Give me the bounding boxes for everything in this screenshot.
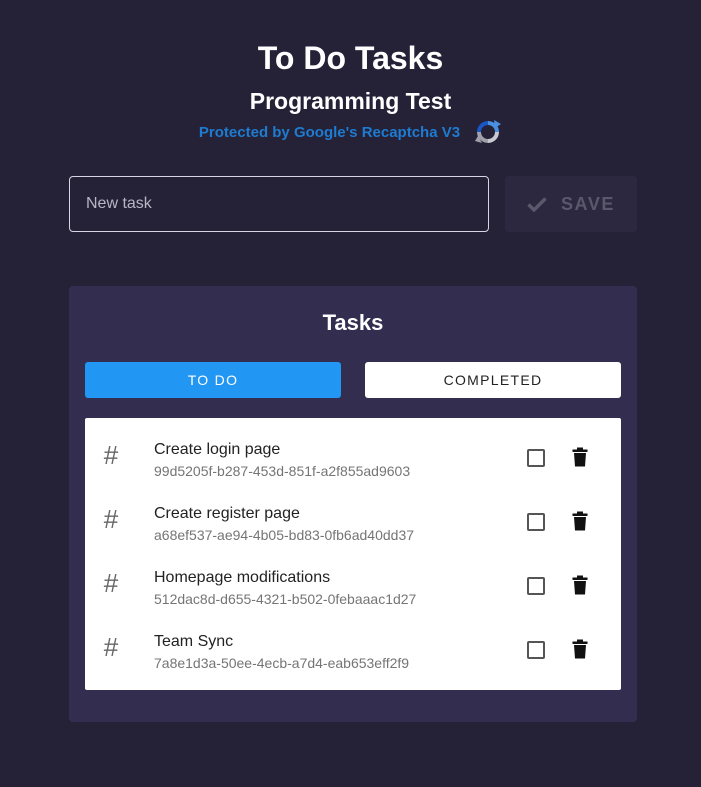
task-complete-checkbox[interactable]: [527, 449, 545, 467]
task-complete-checkbox[interactable]: [527, 641, 545, 659]
new-task-field[interactable]: [69, 176, 489, 232]
trash-icon[interactable]: [572, 639, 588, 659]
tasks-card: Tasks TO DO COMPLETED # Create login pag…: [69, 286, 637, 722]
recaptcha-icon: [475, 120, 502, 143]
task-id: 99d5205f-b287-453d-851f-a2f855ad9603: [154, 463, 411, 479]
tab-completed-label: COMPLETED: [443, 372, 543, 388]
save-button[interactable]: SAVE: [505, 176, 637, 232]
trash-icon[interactable]: [572, 575, 588, 595]
recaptcha-notice: Protected by Google's Recaptcha V3: [0, 118, 701, 146]
task-item: # Homepage modifications 512dac8d-d655-4…: [85, 546, 621, 610]
recaptcha-text: Protected by Google's Recaptcha V3: [198, 123, 461, 141]
hash-icon: #: [103, 440, 119, 470]
hash-icon: #: [103, 568, 119, 598]
task-name: Homepage modifications: [154, 569, 331, 586]
task-list: # Create login page 99d5205f-b287-453d-8…: [85, 418, 621, 690]
new-task-input[interactable]: [70, 177, 488, 231]
tasks-card-title: Tasks: [322, 310, 384, 335]
todo-app: To Do Tasks Programming Test Protected b…: [0, 0, 701, 787]
task-id: a68ef537-ae94-4b05-bd83-0fb6ad40dd37: [154, 527, 415, 543]
task-item: # Team Sync 7a8e1d3a-50ee-4ecb-a7d4-eab6…: [85, 610, 621, 674]
tab-completed[interactable]: COMPLETED: [365, 362, 621, 398]
task-item: # Create register page a68ef537-ae94-4b0…: [85, 482, 621, 546]
trash-icon[interactable]: [572, 447, 588, 467]
task-name: Team Sync: [154, 633, 234, 650]
task-complete-checkbox[interactable]: [527, 577, 545, 595]
page-subtitle: Programming Test: [249, 88, 452, 114]
hash-icon: #: [103, 504, 119, 534]
trash-icon[interactable]: [572, 511, 588, 531]
task-id: 7a8e1d3a-50ee-4ecb-a7d4-eab653eff2f9: [154, 655, 410, 671]
task-name: Create register page: [154, 505, 300, 522]
task-id: 512dac8d-d655-4321-b502-0febaaac1d27: [154, 591, 417, 607]
tab-todo[interactable]: TO DO: [85, 362, 341, 398]
task-name: Create login page: [154, 441, 281, 458]
check-icon: [527, 197, 547, 212]
task-item: # Create login page 99d5205f-b287-453d-8…: [85, 418, 621, 482]
task-complete-checkbox[interactable]: [527, 513, 545, 531]
page-title: To Do Tasks: [257, 40, 444, 76]
hash-icon: #: [103, 632, 119, 662]
tab-todo-label: TO DO: [187, 372, 239, 388]
save-button-label: SAVE: [560, 193, 616, 214]
